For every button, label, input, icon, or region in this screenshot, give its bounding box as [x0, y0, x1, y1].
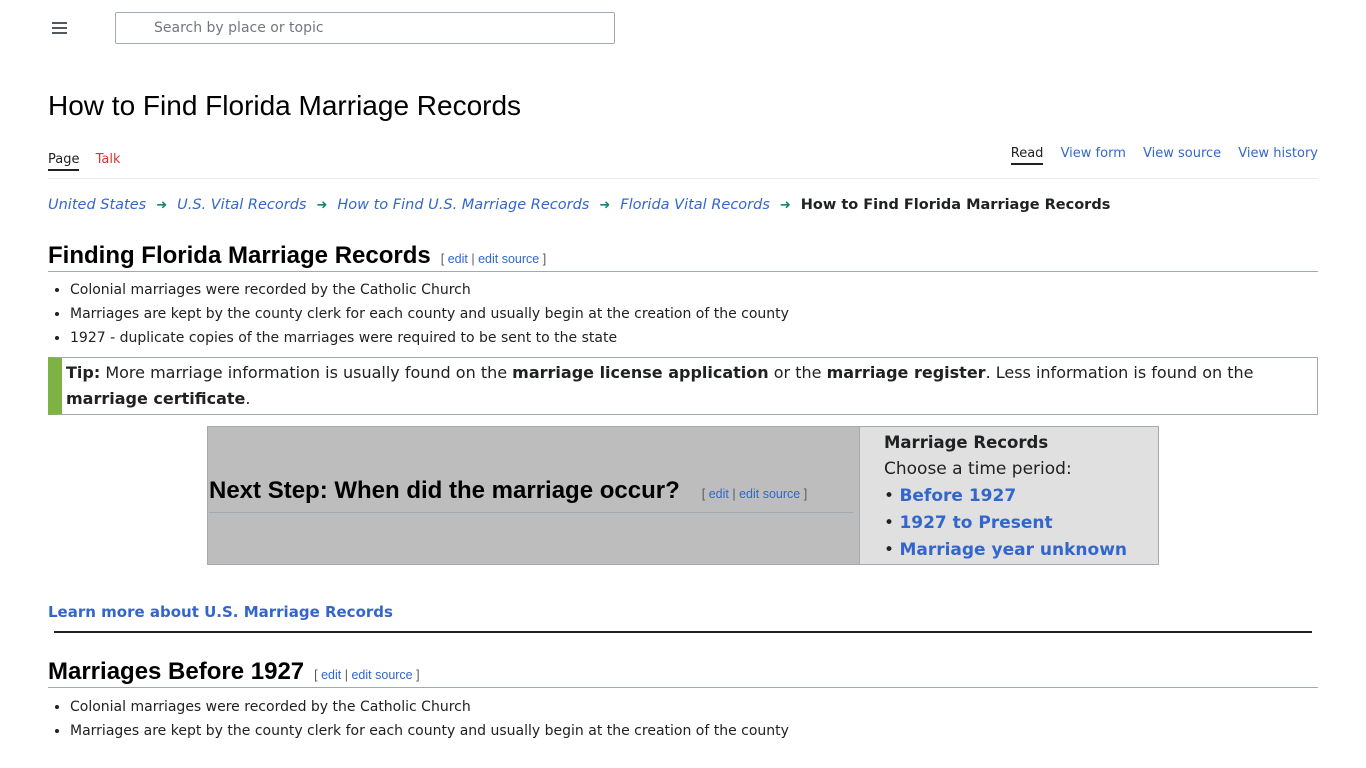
breadcrumb: United States ➜ U.S. Vital Records ➜ How to … — [48, 197, 1110, 213]
arrow-right-icon: ➜ — [599, 198, 611, 213]
list-item: Marriages are kept by the county clerk f… — [70, 719, 789, 743]
breadcrumb-current: How to Find Florida Marriage Records — [800, 197, 1111, 213]
search-icon — [128, 20, 144, 36]
hamburger-menu-icon[interactable] — [50, 18, 70, 38]
section-title: Finding Florida Marriage Records — [48, 242, 431, 269]
edit-links: [ edit | edit source ] — [314, 668, 420, 682]
option-item: • 1927 to Present — [884, 513, 1053, 533]
tab-page[interactable]: Page — [48, 152, 80, 171]
list-item: Colonial marriages were recorded by the … — [70, 695, 789, 719]
edit-link[interactable]: edit — [448, 252, 468, 266]
section2-list: Colonial marriages were recorded by the … — [52, 695, 789, 743]
view-tabs: Read View form View source View history — [998, 146, 1318, 165]
tab-view-form[interactable]: View form — [1061, 146, 1126, 161]
breadcrumb-item[interactable]: How to Find U.S. Marriage Records — [337, 197, 589, 213]
tip-label: Tip: — [66, 363, 101, 382]
section-title: Marriages Before 1927 — [48, 658, 305, 685]
learn-more-link[interactable]: Learn more about U.S. Marriage Records — [48, 603, 393, 621]
edit-links: [ edit | edit source ] — [701, 487, 808, 501]
search-input[interactable] — [152, 13, 596, 43]
tabs-divider — [48, 178, 1318, 179]
arrow-right-icon: ➜ — [156, 198, 168, 213]
breadcrumb-item[interactable]: Florida Vital Records — [620, 197, 770, 213]
option-item: • Marriage year unknown — [884, 540, 1127, 560]
section-heading-before-1927: Marriages Before 1927 [ edit | edit sourc… — [48, 658, 1318, 688]
edit-link[interactable]: edit — [321, 668, 341, 682]
breadcrumb-item[interactable]: U.S. Vital Records — [177, 197, 306, 213]
option-link[interactable]: Before 1927 — [899, 486, 1016, 506]
next-step-cell: Next Step: When did the marriage occur?[… — [208, 427, 860, 564]
edit-links: [ edit | edit source ] — [440, 252, 547, 266]
edit-source-link[interactable]: edit source — [351, 668, 412, 682]
next-step-heading: Next Step: When did the marriage occur?[… — [209, 475, 854, 513]
breadcrumb-item[interactable]: United States — [48, 197, 146, 213]
option-item: • Before 1927 — [884, 486, 1017, 506]
tab-read[interactable]: Read — [1010, 146, 1044, 165]
tab-talk[interactable]: Talk — [96, 152, 121, 167]
edit-link[interactable]: edit — [709, 487, 729, 501]
box-title: Marriage Records — [884, 433, 1049, 452]
top-bar — [0, 0, 1366, 60]
arrow-right-icon: ➜ — [316, 198, 328, 213]
box-prompt: Choose a time period: — [884, 459, 1072, 479]
search-box[interactable] — [115, 12, 615, 44]
list-item: Marriages are kept by the county clerk f… — [70, 302, 789, 326]
tab-view-source[interactable]: View source — [1143, 146, 1221, 161]
namespace-tabs: Page Talk — [48, 152, 133, 171]
section1-list: Colonial marriages were recorded by the … — [52, 278, 789, 350]
edit-source-link[interactable]: edit source — [739, 487, 800, 501]
option-link[interactable]: 1927 to Present — [899, 513, 1052, 533]
edit-source-link[interactable]: edit source — [478, 252, 539, 266]
tip-box: Tip: More marriage information is usuall… — [48, 357, 1318, 415]
section-heading-finding: Finding Florida Marriage Records [ edit |… — [48, 242, 1318, 272]
divider — [54, 631, 1312, 633]
next-step-box: Next Step: When did the marriage occur?[… — [207, 426, 1159, 565]
option-link[interactable]: Marriage year unknown — [899, 540, 1127, 560]
list-item: Colonial marriages were recorded by the … — [70, 278, 789, 302]
marriage-records-options: Marriage Records Choose a time period: •… — [860, 427, 1158, 564]
list-item: 1927 - duplicate copies of the marriages… — [70, 326, 789, 350]
tab-view-history[interactable]: View history — [1238, 146, 1318, 161]
arrow-right-icon: ➜ — [779, 198, 791, 213]
page-title: How to Find Florida Marriage Records — [48, 90, 522, 121]
